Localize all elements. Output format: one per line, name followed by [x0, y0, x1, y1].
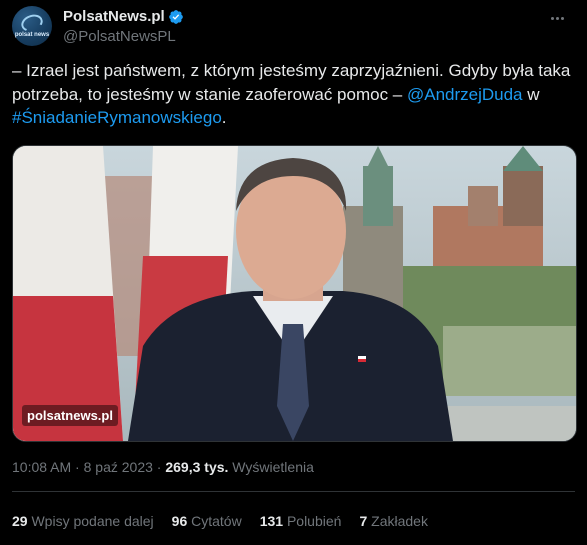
meta-separator: · — [71, 459, 84, 475]
author-handle[interactable]: @PolsatNewsPL — [63, 28, 176, 45]
quotes-stat[interactable]: 96 Cytatów — [172, 513, 242, 529]
reposts-count: 29 — [12, 513, 28, 529]
views-count: 269,3 tys. — [165, 459, 229, 475]
hashtag-link[interactable]: #ŚniadanieRymanowskiego — [12, 108, 222, 127]
divider — [12, 491, 575, 492]
tweet-header: polsat news PolsatNews.pl @PolsatNewsPL — [12, 6, 575, 50]
mention-link[interactable]: @AndrzejDuda — [407, 85, 523, 104]
tweet-meta: 10:08 AM · 8 paź 2023 · 269,3 tys. Wyświ… — [12, 459, 314, 475]
author-name-row: PolsatNews.pl — [63, 8, 184, 25]
author-avatar[interactable]: polsat news — [12, 6, 52, 46]
bookmarks-label: Zakładek — [367, 513, 428, 529]
tweet-text-end: . — [221, 108, 227, 127]
likes-count: 131 — [259, 513, 284, 529]
likes-label: Polubień — [283, 513, 342, 529]
verified-badge-icon — [168, 9, 183, 24]
author-display-name[interactable]: PolsatNews.pl — [63, 8, 165, 25]
reposts-label: Wpisy podane dalej — [27, 513, 154, 529]
more-options-icon[interactable] — [545, 8, 569, 28]
quotes-count: 96 — [171, 513, 188, 529]
tweet-media-image[interactable] — [12, 145, 577, 442]
tweet-date[interactable]: 8 paź 2023 — [84, 459, 153, 475]
tweet-time[interactable]: 10:08 AM — [12, 459, 71, 475]
tweet-text-mid: w — [522, 84, 540, 104]
reposts-stat[interactable]: 29 Wpisy podane dalej — [12, 513, 154, 529]
engagement-stats: 29 Wpisy podane dalej 96 Cytatów 131 Pol… — [12, 513, 446, 529]
meta-separator: · — [152, 459, 166, 475]
likes-stat[interactable]: 131 Polubień — [260, 513, 342, 529]
avatar-logo-icon — [18, 11, 46, 34]
quotes-label: Cytatów — [187, 513, 242, 529]
tweet-text: – Izrael jest państwem, z którym jesteśm… — [12, 59, 574, 130]
views-label: Wyświetlenia — [228, 459, 314, 475]
media-photo — [13, 146, 576, 441]
bookmarks-stat[interactable]: 7 Zakładek — [359, 513, 428, 529]
avatar-text: polsat news — [14, 31, 50, 38]
media-watermark: polsatnews.pl — [22, 405, 118, 426]
